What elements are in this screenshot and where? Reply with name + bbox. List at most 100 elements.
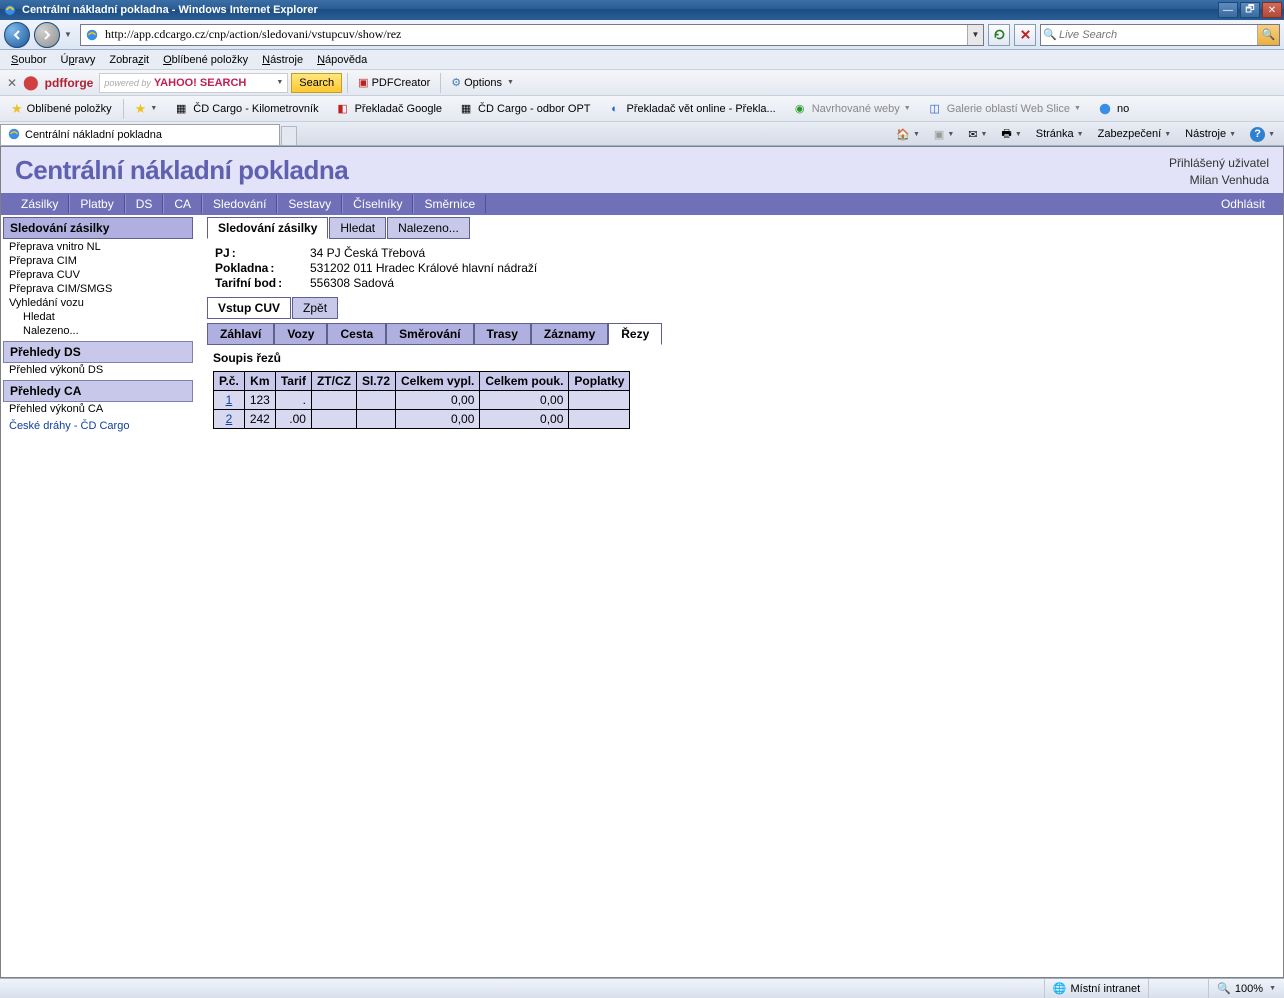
menu-napoveda[interactable]: Nápověda [310,52,374,68]
fav-link-prekladac-google[interactable]: ◧ Překladač Google [328,99,449,119]
sidebar-link-nalezeno[interactable]: Nalezeno... [3,324,193,338]
address-input[interactable] [103,27,967,42]
menu-bar: Soubor Úpravy Zobrazit Oblíbené položky … [0,50,1284,70]
search-input[interactable] [1059,29,1257,41]
home-icon: 🏠 [896,128,910,141]
nav-ds[interactable]: DS [125,195,164,213]
mail-button[interactable]: ✉▼ [963,124,992,144]
command-bar: 🏠▼ ▣▼ ✉▼ 🖶▼ Stránka▼ Zabezpečení▼ Nástro… [891,124,1280,144]
nav-smernice[interactable]: Směrnice [413,195,486,213]
sidebar-link-cuv[interactable]: Přeprava CUV [3,268,193,282]
menu-oblibene[interactable]: Oblíbené položky [156,52,255,68]
zoom-cell[interactable]: 🔍 100% ▼ [1208,979,1284,998]
tab-zahlavi[interactable]: Záhlaví [207,323,274,345]
link-cdcargo[interactable]: ČD Cargo [81,420,130,432]
separator [347,73,348,93]
print-icon: 🖶 [1001,125,1011,144]
ie-icon [7,127,21,144]
page-tab[interactable]: Centrální nákladní pokladna [0,124,280,145]
fav-link-kilometrovnik[interactable]: ▦ ČD Cargo - Kilometrovník [166,99,325,119]
nav-toolbar: ▼ ▼ 🔍 🔍 [0,20,1284,50]
tab-nalezeno[interactable]: Nalezeno... [387,217,470,239]
search-go-button[interactable]: 🔍 [1257,25,1279,45]
minimize-button[interactable]: — [1218,2,1238,18]
tab-vozy[interactable]: Vozy [274,323,327,345]
fav-link-no[interactable]: no [1090,99,1136,119]
addfav-icon-button[interactable]: ★ ▼ [128,99,165,119]
security-zone[interactable]: 🌐 Místní intranet [1044,979,1148,998]
forward-button[interactable] [34,22,60,48]
nav-platby[interactable]: Platby [69,195,124,213]
toolbar-close-icon[interactable]: ✕ [4,76,20,90]
fav-link-galerie[interactable]: ◫ Galerie oblastí Web Slice ▼ [920,99,1088,119]
stop-button[interactable] [1014,24,1036,46]
nav-history-dropdown[interactable]: ▼ [64,30,76,39]
user-info: Přihlášený uživatel Milan Venhuda [1169,155,1269,189]
nav-ca[interactable]: CA [163,195,202,213]
sidebar-link-cimsmgs[interactable]: Přeprava CIM/SMGS [3,282,193,296]
safety-menu[interactable]: Zabezpečení▼ [1093,124,1177,144]
sidebar-link-vykony-ca[interactable]: Přehled výkonů CA [3,402,193,416]
app-header: Centrální nákladní pokladna Přihlášený u… [1,147,1283,193]
yahoo-search-box[interactable]: powered by YAHOO! SEARCH ▼ [99,73,288,93]
tab-zaznamy[interactable]: Záznamy [531,323,608,345]
pdfcreator-button[interactable]: ▣ PDFCreator [353,73,435,93]
ie-icon [2,2,18,18]
th-km: Km [244,371,275,390]
address-dropdown[interactable]: ▼ [967,25,983,45]
row-link[interactable]: 2 [226,412,233,426]
tools-menu[interactable]: Nástroje▼ [1180,124,1241,144]
menu-zobrazit[interactable]: Zobrazit [102,52,156,68]
back-button[interactable] [4,22,30,48]
cell-km: 123 [244,390,275,409]
yahoo-search-button[interactable]: Search [291,73,342,93]
status-bar: 🌐 Místní intranet 🔍 100% ▼ [0,978,1284,998]
help-button[interactable]: ?▼ [1245,124,1280,144]
options-button[interactable]: ⚙ Options ▼ [446,73,519,93]
fav-link-prekladac-vet[interactable]: ◐ Překladač vět online - Překla... [600,99,783,119]
new-tab-button[interactable] [281,126,297,145]
row-link[interactable]: 1 [226,393,233,407]
nav-sestavy[interactable]: Sestavy [277,195,342,213]
tab-trasy[interactable]: Trasy [474,323,531,345]
print-button[interactable]: 🖶▼ [996,124,1026,144]
close-button[interactable]: ✕ [1262,2,1282,18]
sidebar-link-vnitro[interactable]: Přeprava vnitro NL [3,240,193,254]
sub-tabs: Vstup CUV Zpět [207,297,1277,319]
tab-rezy[interactable]: Řezy [608,323,662,345]
link-cd[interactable]: České dráhy [9,420,71,432]
tab-vstup-cuv[interactable]: Vstup CUV [207,297,291,319]
tab-zpet[interactable]: Zpět [292,297,338,319]
favorites-button[interactable]: ★ Oblíbené položky [4,99,119,119]
nav-sledovani[interactable]: Sledování [202,195,277,213]
cell-poplatky [569,409,630,428]
search-provider-icon[interactable]: 🔍 [1041,28,1059,41]
main-nav: Zásilky Platby DS CA Sledování Sestavy Č… [1,193,1283,215]
logout-link[interactable]: Odhlásit [1213,197,1273,211]
tab-sledovani-zasilky[interactable]: Sledování zásilky [207,217,328,239]
address-bar: ▼ [80,24,984,46]
sidebar-link-vykony-ds[interactable]: Přehled výkonů DS [3,363,193,377]
restore-button[interactable]: 🗗 [1240,2,1260,18]
tab-hledat[interactable]: Hledat [329,217,386,239]
fav-link-navrhovane[interactable]: ◉ Navrhované weby ▼ [785,99,918,119]
menu-nastroje[interactable]: Nástroje [255,52,310,68]
fav-link-odbor-opt[interactable]: ▦ ČD Cargo - odbor OPT [451,99,597,119]
sidebar-link-cim[interactable]: Přeprava CIM [3,254,193,268]
page-menu[interactable]: Stránka▼ [1031,124,1089,144]
main-column: Sledování zásilky Hledat Nalezeno... PJ3… [195,215,1283,437]
cell-pc: 2 [214,409,245,428]
table-row: 1123.0,000,00 [214,390,630,409]
nav-ciselniky[interactable]: Číselníky [342,195,413,213]
home-button[interactable]: 🏠▼ [891,124,925,144]
refresh-button[interactable] [988,24,1010,46]
nav-zasilky[interactable]: Zásilky [11,195,69,213]
tab-cesta[interactable]: Cesta [327,323,386,345]
sidebar-link-vyhledani[interactable]: Vyhledání vozu [3,296,193,310]
site-icon: ◐ [607,101,623,117]
feeds-button[interactable]: ▣▼ [929,124,959,144]
menu-upravy[interactable]: Úpravy [53,52,102,68]
tab-smerovani[interactable]: Směrování [386,323,473,345]
menu-soubor[interactable]: Soubor [4,52,53,68]
sidebar-link-hledat[interactable]: Hledat [3,310,193,324]
